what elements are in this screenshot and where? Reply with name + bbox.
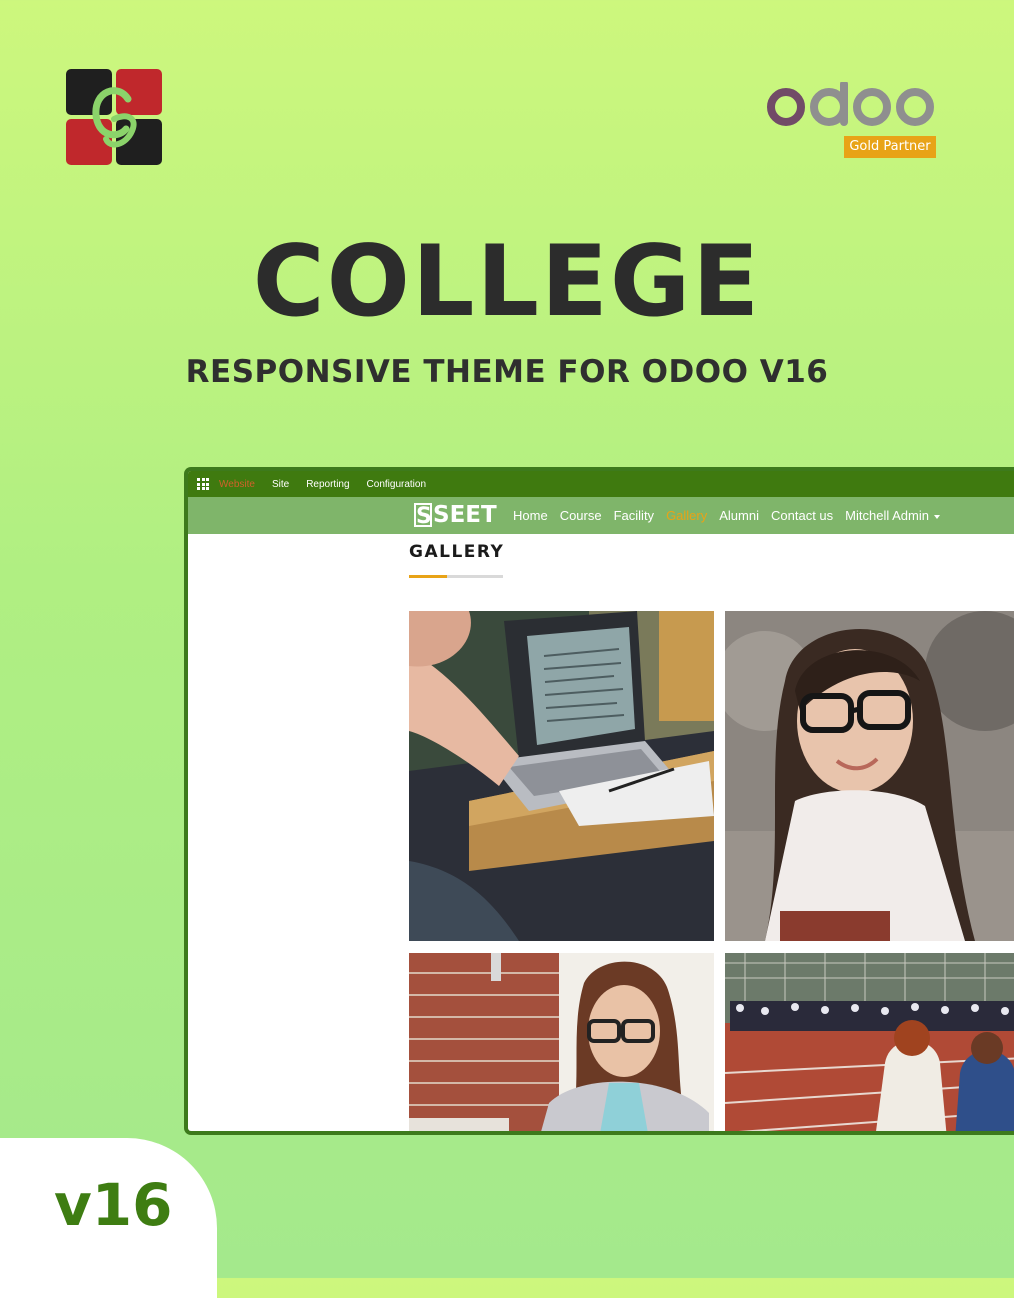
- website-mockup: Website Site Reporting Configuration S S…: [184, 467, 1014, 1135]
- nav-contact-us[interactable]: Contact us: [771, 508, 833, 523]
- gold-partner-badge: Gold Partner: [844, 136, 936, 158]
- menu-website[interactable]: Website: [219, 479, 255, 490]
- student-glasses-photo[interactable]: [725, 611, 1014, 941]
- caret-down-icon: [933, 514, 940, 519]
- nav-facility[interactable]: Facility: [614, 508, 654, 523]
- odoo-partner-logo: Gold Partner: [765, 82, 937, 160]
- running-track-photo[interactable]: [725, 953, 1014, 1131]
- brand-logo: [66, 69, 162, 165]
- heading-underline: [409, 575, 503, 578]
- menu-configuration[interactable]: Configuration: [367, 479, 426, 490]
- grid-apps-icon[interactable]: [197, 478, 209, 490]
- nav-gallery[interactable]: Gallery: [666, 508, 707, 523]
- woman-reading-photo[interactable]: [409, 953, 714, 1131]
- user-name: Mitchell Admin: [845, 508, 929, 523]
- nav-user-menu[interactable]: Mitchell Admin: [845, 508, 940, 523]
- menu-site[interactable]: Site: [272, 479, 289, 490]
- nav-course[interactable]: Course: [560, 508, 602, 523]
- gallery-heading: GALLERY: [409, 542, 505, 562]
- site-logo[interactable]: S SEET: [414, 501, 497, 529]
- odoo-wordmark-icon: [767, 82, 934, 126]
- site-nav-links: Home Course Facility Gallery Alumni Cont…: [513, 497, 952, 534]
- cg-monogram-icon: [92, 87, 137, 148]
- site-logo-text: SEET: [433, 502, 497, 528]
- site-navbar: S SEET Home Course Facility Gallery Alum…: [188, 497, 1014, 534]
- menu-reporting[interactable]: Reporting: [306, 479, 349, 490]
- odoo-top-bar: Website Site Reporting Configuration: [188, 471, 1014, 497]
- page-title: COLLEGE: [252, 225, 762, 339]
- nav-home[interactable]: Home: [513, 508, 548, 523]
- site-logo-letter: S: [414, 503, 432, 529]
- page-subtitle: RESPONSIVE THEME FOR ODOO V16: [185, 354, 829, 390]
- laptop-desk-photo[interactable]: [409, 611, 714, 941]
- version-label: v16: [54, 1171, 173, 1239]
- nav-alumni[interactable]: Alumni: [719, 508, 759, 523]
